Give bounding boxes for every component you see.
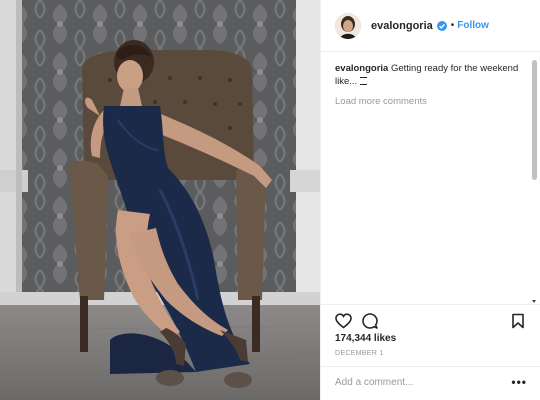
likes-count[interactable]: 174,344 likes [335, 333, 396, 344]
post-photo[interactable] [0, 0, 320, 400]
verified-badge-icon [436, 20, 447, 31]
add-comment-bar: ••• [321, 366, 540, 400]
scroll-down-arrow-icon[interactable] [532, 300, 536, 303]
comments-scrollbar[interactable] [532, 60, 537, 300]
instagram-post: evalongoria • Follow evalongoria Getting… [0, 0, 540, 400]
post-caption: evalongoria Getting ready for the weeken… [335, 62, 531, 88]
comment-bubble-icon[interactable] [362, 313, 378, 329]
header-username[interactable]: evalongoria [371, 20, 433, 32]
post-header: evalongoria • Follow [321, 0, 540, 52]
heart-icon[interactable] [335, 313, 352, 329]
caption-username[interactable]: evalongoria [335, 63, 388, 74]
post-date[interactable]: DECEMBER 1 [335, 350, 384, 357]
bookmark-icon[interactable] [511, 313, 527, 329]
post-sidebar: evalongoria • Follow evalongoria Getting… [320, 0, 540, 400]
follow-button[interactable]: Follow [457, 20, 489, 31]
comments-section: evalongoria Getting ready for the weeken… [335, 62, 531, 107]
avatar[interactable] [335, 12, 361, 39]
load-more-comments-link[interactable]: Load more comments [335, 96, 531, 107]
photo-illustration [0, 0, 320, 400]
emoji-placeholder-icon [359, 77, 367, 85]
scrollbar-thumb[interactable] [532, 60, 537, 180]
action-bar [321, 304, 540, 334]
add-comment-input[interactable] [335, 377, 505, 388]
more-options-button[interactable]: ••• [511, 376, 527, 388]
header-separator: • [450, 20, 455, 31]
